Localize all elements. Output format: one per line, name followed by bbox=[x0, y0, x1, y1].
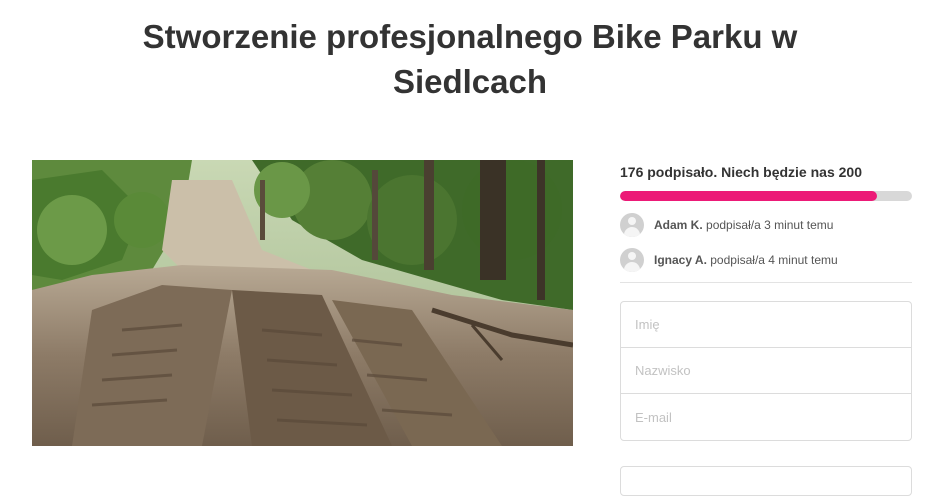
progress-bar bbox=[620, 191, 912, 201]
divider bbox=[620, 282, 912, 283]
signer-action: podpisał/a 3 minut temu bbox=[706, 218, 834, 232]
first-name-field[interactable] bbox=[621, 302, 911, 348]
next-form-field[interactable] bbox=[620, 466, 912, 496]
email-field[interactable] bbox=[621, 394, 911, 440]
signer-name: Ignacy A. bbox=[654, 253, 707, 267]
signer-name: Adam K. bbox=[654, 218, 703, 232]
list-item: Ignacy A. podpisał/a 4 minut temu bbox=[620, 247, 912, 273]
list-item: Adam K. podpisał/a 3 minut temu bbox=[620, 212, 912, 238]
user-avatar-icon bbox=[620, 248, 644, 272]
recent-signers-list: Adam K. podpisał/a 3 minut temu Ignacy A… bbox=[620, 212, 912, 273]
signature-count: 176 podpisało. Niech będzie nas 200 bbox=[620, 164, 862, 180]
petition-photo bbox=[32, 160, 573, 446]
dirt-trail-forest-image bbox=[32, 160, 573, 446]
signature-form bbox=[620, 301, 912, 441]
signer-action: podpisał/a 4 minut temu bbox=[710, 253, 838, 267]
user-avatar-icon bbox=[620, 213, 644, 237]
petition-title: Stworzenie profesjonalnego Bike Parku w … bbox=[142, 18, 798, 100]
last-name-field[interactable] bbox=[621, 348, 911, 394]
page-title: Stworzenie profesjonalnego Bike Parku w … bbox=[0, 14, 940, 104]
progress-bar-fill bbox=[620, 191, 877, 201]
signature-panel: 176 podpisało. Niech będzie nas 200 Adam… bbox=[620, 160, 912, 441]
